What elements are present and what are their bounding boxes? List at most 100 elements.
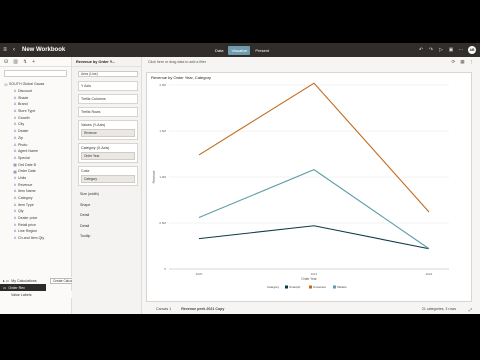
- analytics-icon[interactable]: ↯: [23, 59, 27, 65]
- data-icon[interactable]: ⛁: [4, 59, 8, 65]
- data-element-label: Qty: [18, 209, 24, 214]
- grammar-option[interactable]: Size (width): [78, 189, 138, 200]
- data-element[interactable]: A Category: [0, 195, 72, 202]
- data-element[interactable]: A Item Name: [0, 188, 72, 195]
- drop-target-label: Trellis Rows: [81, 110, 101, 114]
- grid-icon[interactable]: ▦: [460, 59, 464, 65]
- data-element[interactable]: # Growth: [0, 114, 72, 121]
- line-chart: 0 0.5M 1.0M 1.5M 2.0M 2020 2021 2022 Order Year R…: [152, 82, 449, 289]
- data-element[interactable]: # Revenue: [0, 181, 72, 188]
- data-element[interactable]: A Agent Name: [0, 148, 72, 155]
- data-element[interactable]: A Item Type: [0, 201, 72, 208]
- calc-icon: ▭: [3, 285, 7, 290]
- data-element-label: Shade: [18, 95, 29, 100]
- data-element-label: Item Name: [18, 189, 36, 194]
- legend-label: Universal: [313, 285, 326, 289]
- data-element[interactable]: A Line Region: [0, 228, 72, 235]
- save-icon[interactable]: ▣: [448, 47, 454, 53]
- canvas-tab-1[interactable]: Canvas 1: [156, 307, 171, 311]
- dataset-root[interactable]: ⛁ SOUTH Global Gauss: [0, 81, 72, 88]
- data-panel: ⛁ ▥ ↯ + ⛁ SOUTH Global Gauss # Discount A Sha…: [0, 57, 72, 314]
- visualization[interactable]: Revenue by Order Year, Category 0 0.5M 1.0…: [146, 72, 472, 302]
- grammar-tabs: Revenue by Order Y...: [72, 57, 141, 67]
- drop-target-label: Y Axis: [81, 84, 91, 88]
- selected-calculation-item[interactable]: ▭ Order Rev: [0, 284, 46, 291]
- tab-visualize[interactable]: Visualize: [228, 46, 251, 55]
- data-pill[interactable]: Category: [81, 175, 135, 183]
- drop-target[interactable]: Values (Y-Axis) Revenue: [78, 120, 138, 140]
- redo-icon[interactable]: ↷: [428, 47, 434, 53]
- workbook-title: New Workbook: [22, 47, 66, 53]
- back-arrow-icon[interactable]: ‹: [10, 47, 18, 53]
- drop-target[interactable]: Trellis Rows: [78, 107, 138, 117]
- app-window: ≡ ‹ New Workbook Data Visualize Present …: [0, 43, 480, 314]
- refresh-icon[interactable]: ⟳: [451, 59, 455, 65]
- grammar-option[interactable]: Detail: [78, 210, 138, 221]
- data-element-label: Dealer: [18, 129, 29, 134]
- data-panel-toolbar: ⛁ ▥ ↯ +: [0, 57, 71, 67]
- data-element[interactable]: A Store Type: [0, 108, 72, 115]
- canvas: Click here or drag data to add a filter …: [142, 57, 480, 314]
- data-element-label: Revenue: [18, 182, 33, 187]
- drop-target[interactable]: Color Category: [78, 166, 138, 186]
- search-input[interactable]: [4, 70, 67, 77]
- data-element[interactable]: # Ch and Item Qty: [0, 235, 72, 242]
- more-icon[interactable]: ⋮: [470, 59, 475, 65]
- data-element[interactable]: A Photo: [0, 141, 72, 148]
- header-bar: ≡ ‹ New Workbook Data Visualize Present …: [0, 43, 480, 57]
- drop-target[interactable]: Trellis Columns: [78, 94, 138, 104]
- add-icon[interactable]: +: [32, 59, 35, 65]
- data-element[interactable]: # Qty: [0, 208, 72, 215]
- data-pill[interactable]: Order Year: [81, 152, 135, 160]
- data-element-label: Line Region: [18, 229, 38, 234]
- drop-target[interactable]: Category (X-Axis) Order Year: [78, 143, 138, 163]
- grammar-option[interactable]: Tooltip: [78, 231, 138, 242]
- data-element-label: Special: [18, 155, 30, 160]
- data-element[interactable]: ▦ Order Date: [0, 168, 72, 175]
- data-element-label: Photo: [18, 142, 28, 147]
- data-element[interactable]: ▦ Ord Date B: [0, 161, 72, 168]
- data-element[interactable]: # Discount: [0, 88, 72, 95]
- drop-target-label: Trellis Columns: [81, 97, 106, 101]
- data-element-label: Order Date: [18, 169, 36, 174]
- data-element-label: Growth: [18, 115, 30, 120]
- preview-icon[interactable]: ▷: [438, 47, 444, 53]
- tab-viz-properties[interactable]: Revenue by Order Y...: [76, 60, 115, 64]
- data-element[interactable]: # Retail price: [0, 221, 72, 228]
- tab-present[interactable]: Present: [252, 46, 272, 55]
- y-tick-label: 0.5M: [159, 221, 166, 225]
- data-element[interactable]: A City: [0, 121, 72, 128]
- undo-icon[interactable]: ↶: [418, 47, 424, 53]
- viz-type-select[interactable]: Area (Line): [78, 71, 138, 77]
- x-tick-label: 2021: [311, 272, 318, 276]
- data-pill[interactable]: Revenue: [81, 129, 135, 137]
- tab-data[interactable]: Data: [212, 46, 226, 55]
- data-element[interactable]: A Zip: [0, 135, 72, 142]
- more-icon[interactable]: ⋯: [458, 47, 464, 53]
- canvas-actions: ⟳ ▦ ⋮: [451, 59, 474, 65]
- grammar-option[interactable]: Shape: [78, 200, 138, 211]
- data-element[interactable]: # Units: [0, 175, 72, 182]
- data-element-tree: ⛁ SOUTH Global Gauss # Discount A Shade A Brand…: [0, 81, 72, 242]
- legend-swatch: [333, 285, 336, 289]
- drop-target[interactable]: Y Axis: [78, 81, 138, 91]
- hamburger-menu-icon[interactable]: ≡: [0, 43, 10, 57]
- legend-swatch: [309, 285, 312, 289]
- series-line: [198, 82, 430, 213]
- series-line: [198, 169, 430, 250]
- data-element[interactable]: # Dealer price: [0, 215, 72, 222]
- mode-tabs: Data Visualize Present: [212, 46, 272, 55]
- legend-title: Category: [267, 285, 280, 289]
- data-element-label: Agent Name: [18, 149, 38, 154]
- data-element[interactable]: A Shade: [0, 94, 72, 101]
- data-element[interactable]: A Brand: [0, 101, 72, 108]
- visualizations-icon[interactable]: ▥: [13, 59, 18, 65]
- value-labels-item[interactable]: Value Labels: [0, 291, 80, 298]
- grammar-option[interactable]: Detail: [78, 221, 138, 232]
- data-element[interactable]: A Dealer: [0, 128, 72, 135]
- data-element[interactable]: A Special: [0, 155, 72, 162]
- canvas-tab-2[interactable]: Revenue peek 2021 Copy: [181, 307, 224, 311]
- filter-bar[interactable]: Click here or drag data to add a filter …: [142, 57, 480, 67]
- expand-icon[interactable]: ⤢: [469, 307, 472, 312]
- avatar[interactable]: AB: [468, 46, 476, 54]
